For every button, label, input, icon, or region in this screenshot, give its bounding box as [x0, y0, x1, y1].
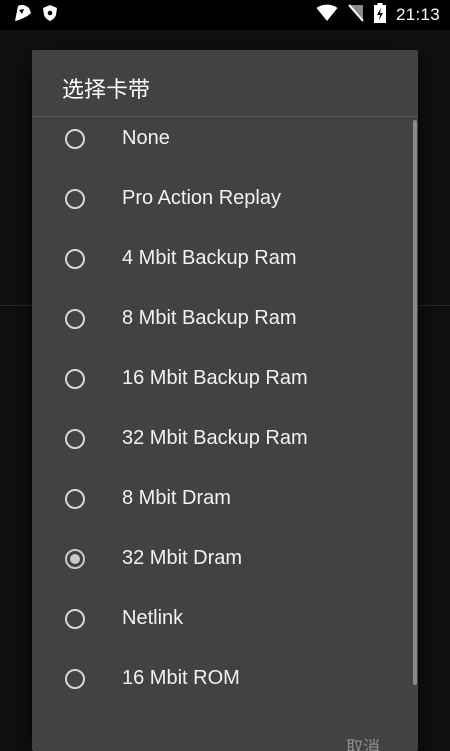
option-label: 32 Mbit Dram [122, 547, 243, 569]
option-label: 32 Mbit Backup Ram [122, 427, 308, 449]
status-bar: 21:13 [0, 0, 450, 30]
option-label: 16 Mbit Backup Ram [122, 367, 308, 389]
option-item[interactable]: 8 Mbit Backup Ram [32, 291, 418, 351]
radio-button[interactable] [65, 129, 85, 149]
battery-charging-icon [373, 2, 386, 28]
radio-button[interactable] [65, 249, 85, 269]
option-label: None [122, 127, 170, 149]
radio-button[interactable] [65, 309, 85, 329]
option-label: 16 Mbit ROM [122, 667, 240, 689]
option-label: 4 Mbit Backup Ram [122, 247, 297, 269]
option-label: 8 Mbit Backup Ram [122, 307, 297, 329]
option-item[interactable]: None [32, 111, 418, 171]
wifi-icon [316, 4, 338, 27]
radio-button[interactable] [65, 189, 85, 209]
option-item-selected[interactable]: 32 Mbit Dram [32, 531, 418, 591]
option-item[interactable]: 16 Mbit ROM [32, 651, 418, 711]
option-label: Netlink [122, 607, 184, 629]
radio-button[interactable] [65, 669, 85, 689]
option-item[interactable]: 16 Mbit Backup Ram [32, 351, 418, 411]
dialog-title: 选择卡带 [62, 77, 151, 102]
cancel-button[interactable]: 取消 [346, 733, 380, 751]
option-item[interactable]: Pro Action Replay [32, 171, 418, 231]
clock: 21:13 [395, 5, 440, 24]
radio-button[interactable] [65, 429, 85, 449]
options-list: None Pro Action Replay 4 Mbit Backup Ram… [32, 111, 418, 711]
option-label: 8 Mbit Dram [122, 487, 231, 509]
shield-icon [42, 4, 58, 27]
radio-button[interactable] [65, 609, 85, 629]
radio-button-checked[interactable] [65, 549, 85, 569]
radio-button[interactable] [65, 489, 85, 509]
app-logo-icon [12, 2, 34, 29]
option-label: Pro Action Replay [122, 187, 281, 209]
option-item[interactable]: 32 Mbit Backup Ram [32, 411, 418, 471]
option-item[interactable]: Netlink [32, 591, 418, 651]
option-item[interactable]: 4 Mbit Backup Ram [32, 231, 418, 291]
option-item[interactable]: 8 Mbit Dram [32, 471, 418, 531]
no-sim-icon [348, 3, 364, 27]
cartridge-select-dialog: 选择卡带 None Pro Action Replay 4 Mbit Backu… [32, 50, 418, 751]
radio-button[interactable] [65, 369, 85, 389]
scrollbar[interactable] [413, 120, 417, 685]
